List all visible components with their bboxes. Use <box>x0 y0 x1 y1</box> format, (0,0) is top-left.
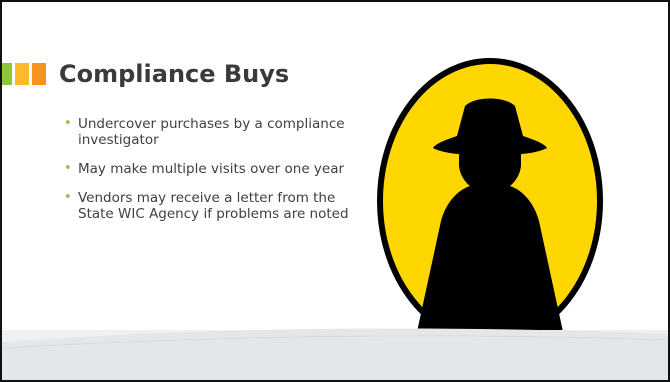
title-row: Compliance Buys <box>2 54 289 94</box>
spy-silhouette-icon <box>375 56 605 346</box>
bullet-text: May make multiple visits over one year <box>78 161 345 177</box>
bullet-dot-icon: • <box>64 161 72 176</box>
bullet-text: Undercover purchases by a compliance inv… <box>78 116 345 148</box>
bullet-item: • May make multiple visits over one year <box>64 161 354 177</box>
bullet-dot-icon: • <box>64 116 72 131</box>
slide-title: Compliance Buys <box>59 60 290 88</box>
bullet-list: • Undercover purchases by a compliance i… <box>64 116 354 235</box>
bullet-item: • Undercover purchases by a compliance i… <box>64 116 354 148</box>
slide: Compliance Buys • Undercover purchases b… <box>0 0 670 382</box>
bullet-text: Vendors may receive a letter from the St… <box>78 190 349 222</box>
orange-square-icon <box>32 63 46 85</box>
bullet-dot-icon: • <box>64 190 72 205</box>
bullet-item: • Vendors may receive a letter from the … <box>64 190 354 222</box>
green-square-icon <box>2 63 12 85</box>
spy-silhouette-graphic <box>377 58 603 344</box>
yellow-square-icon <box>15 63 29 85</box>
footer-swoosh <box>2 328 668 380</box>
